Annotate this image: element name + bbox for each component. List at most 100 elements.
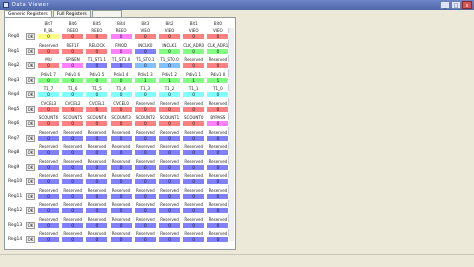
bit-value-cell[interactable]: 0 [37, 221, 60, 229]
bit-value-cell[interactable]: 0 [85, 221, 109, 229]
bit-value-cell[interactable]: 0 [109, 134, 133, 142]
bit-value-cell[interactable]: 1 [182, 76, 206, 84]
bit-value-cell[interactable]: 0 [182, 192, 206, 200]
bit-value-cell[interactable]: 0 [61, 221, 85, 229]
bit-value-cell[interactable]: 0 [158, 134, 181, 142]
bit-value-cell[interactable]: 0 [158, 62, 181, 69]
bit-value-cell[interactable]: 0 [37, 120, 60, 127]
bit-value-cell[interactable]: 0 [182, 120, 206, 127]
register-ok-button[interactable]: OK [26, 33, 35, 40]
register-ok-button[interactable]: OK [26, 163, 35, 171]
bit-value-cell[interactable]: 0 [133, 120, 157, 127]
bit-value-cell[interactable]: 0 [109, 47, 133, 55]
bit-value-cell[interactable]: 0 [61, 47, 85, 55]
bit-value-cell[interactable]: 0 [206, 47, 230, 55]
bit-value-cell[interactable]: 0 [85, 33, 109, 40]
bit-value-cell[interactable]: 0 [182, 221, 206, 229]
bit-value-cell[interactable]: 0 [37, 149, 60, 156]
bit-value-cell[interactable]: 0 [61, 120, 85, 127]
register-ok-button[interactable]: OK [26, 120, 35, 127]
bit-value-cell[interactable]: 0 [61, 91, 85, 98]
bit-value-cell[interactable]: 0 [61, 105, 85, 113]
bit-value-cell[interactable]: 0 [37, 163, 60, 171]
bit-value-cell[interactable]: 0 [85, 207, 109, 214]
bit-value-cell[interactable]: 0 [61, 163, 85, 171]
bit-value-cell[interactable]: 0 [158, 221, 181, 229]
bit-value-cell[interactable]: 0 [61, 192, 85, 200]
bit-value-cell[interactable]: 0 [85, 62, 109, 69]
bit-value-cell[interactable]: 0 [85, 91, 109, 98]
bit-value-cell[interactable]: 0 [182, 178, 206, 185]
bit-value-cell[interactable]: 0 [158, 207, 181, 214]
close-button[interactable]: x [462, 1, 472, 9]
bit-value-cell[interactable]: 0 [158, 105, 181, 113]
bit-value-cell[interactable]: 0 [158, 163, 181, 171]
register-ok-button[interactable]: OK [26, 76, 35, 84]
bit-value-cell[interactable]: 0 [61, 33, 85, 40]
bit-value-cell[interactable]: 0 [37, 105, 60, 113]
bit-value-cell[interactable]: 0 [109, 221, 133, 229]
bit-value-cell[interactable]: 0 [158, 120, 181, 127]
bit-value-cell[interactable]: 0 [206, 178, 230, 185]
bit-value-cell[interactable]: 0 [133, 163, 157, 171]
maximize-button[interactable]: □ [451, 1, 461, 9]
bit-value-cell[interactable]: 0 [133, 134, 157, 142]
bit-value-cell[interactable]: 0 [37, 178, 60, 185]
bit-value-cell[interactable]: 0 [206, 221, 230, 229]
bit-value-cell[interactable]: 0 [37, 236, 60, 243]
register-ok-button[interactable]: OK [26, 207, 35, 214]
bit-value-cell[interactable]: 0 [109, 207, 133, 214]
bit-value-cell[interactable]: 0 [133, 105, 157, 113]
bit-value-cell[interactable]: 0 [109, 62, 133, 69]
bit-value-cell[interactable]: 1 [158, 76, 181, 84]
bit-value-cell[interactable]: 1 [206, 76, 230, 84]
bit-value-cell[interactable]: 0 [37, 91, 60, 98]
bit-value-cell[interactable]: 0 [158, 91, 181, 98]
bit-value-cell[interactable]: 0 [133, 178, 157, 185]
register-ok-button[interactable]: OK [26, 47, 35, 55]
register-ok-button[interactable]: OK [26, 178, 35, 185]
bit-value-cell[interactable]: 0 [109, 120, 133, 127]
bit-value-cell[interactable]: 0 [109, 192, 133, 200]
bit-value-cell[interactable]: 0 [158, 178, 181, 185]
bit-value-cell[interactable]: 0 [206, 207, 230, 214]
bit-value-cell[interactable]: 0 [206, 105, 230, 113]
bit-value-cell[interactable]: 1 [133, 76, 157, 84]
bit-value-cell[interactable]: 0 [109, 105, 133, 113]
bit-value-cell[interactable]: 0 [133, 62, 157, 69]
bit-value-cell[interactable]: 0 [158, 192, 181, 200]
bit-value-cell[interactable]: 0 [109, 91, 133, 98]
bit-value-cell[interactable]: 0 [37, 192, 60, 200]
bit-value-cell[interactable]: 0 [61, 76, 85, 84]
bit-value-cell[interactable]: 0 [158, 33, 181, 40]
bit-value-cell[interactable]: 0 [85, 192, 109, 200]
bit-value-cell[interactable]: 0 [206, 120, 230, 127]
register-ok-button[interactable]: OK [26, 134, 35, 142]
bit-value-cell[interactable]: 0 [61, 178, 85, 185]
bit-value-cell[interactable]: 0 [206, 62, 230, 69]
bit-value-cell[interactable]: 0 [109, 178, 133, 185]
register-ok-button[interactable]: OK [26, 149, 35, 156]
bit-value-cell[interactable]: 0 [182, 47, 206, 55]
bit-value-cell[interactable]: 0 [133, 192, 157, 200]
bit-value-cell[interactable]: 0 [206, 163, 230, 171]
bit-value-cell[interactable]: 0 [182, 149, 206, 156]
bit-value-cell[interactable]: 0 [109, 236, 133, 243]
bit-value-cell[interactable]: 0 [85, 163, 109, 171]
bit-value-cell[interactable]: 0 [61, 134, 85, 142]
bit-value-cell[interactable]: 0 [182, 91, 206, 98]
bit-value-cell[interactable]: 0 [37, 47, 60, 55]
minimize-button[interactable]: _ [440, 1, 450, 9]
register-ok-button[interactable]: OK [26, 192, 35, 200]
bit-value-cell[interactable]: 0 [182, 33, 206, 40]
bit-value-cell[interactable]: 0 [206, 91, 230, 98]
register-ok-button[interactable]: OK [26, 62, 35, 69]
bit-value-cell[interactable]: 0 [133, 47, 157, 55]
bit-value-cell[interactable]: 0 [109, 149, 133, 156]
bit-value-cell[interactable]: 0 [182, 207, 206, 214]
bit-value-cell[interactable]: 0 [158, 149, 181, 156]
bit-value-cell[interactable]: 0 [85, 134, 109, 142]
bit-value-cell[interactable]: 0 [182, 163, 206, 171]
bit-value-cell[interactable]: 0 [85, 236, 109, 243]
bit-value-cell[interactable]: 0 [133, 149, 157, 156]
